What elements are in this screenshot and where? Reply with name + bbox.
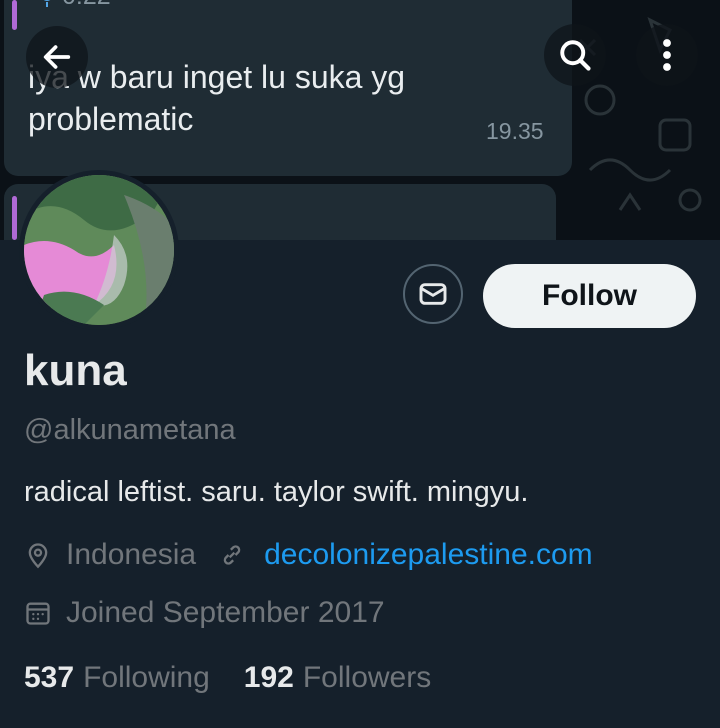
back-arrow-icon [43,45,71,69]
microphone-icon [44,0,50,7]
more-options-button[interactable] [636,24,698,86]
location-pin-icon [28,543,48,569]
profile-website-link[interactable]: decolonizepalestine.com [264,538,593,572]
following-count: 537 [24,661,75,694]
follow-button[interactable]: Follow [483,264,696,328]
bubble-accent [12,0,17,30]
profile-bio: radical leftist. saru. taylor swift. min… [24,476,529,508]
voice-duration: 0:22 [62,0,111,11]
followers-label: Followers [302,661,432,694]
more-vertical-icon [663,39,671,71]
profile-handle: @alkunametana [24,414,236,446]
profile-meta-location-row: Indonesia decolonizepalestine.com [24,538,593,572]
avatar-image [24,175,174,325]
search-button[interactable] [544,24,606,86]
voice-note: 0:22 [40,0,111,11]
chat-message-time: 19.35 [486,118,544,144]
profile-location: Indonesia [66,538,197,571]
following-stat-link[interactable]: 537 Following [24,661,210,695]
avatar[interactable] [19,170,179,330]
followers-count: 192 [243,661,294,694]
calendar-icon [26,602,50,625]
mail-icon [419,283,447,305]
profile-stats: 537 Following 192 Followers [24,661,431,695]
back-button[interactable] [26,26,88,88]
profile-meta-joined-row: Joined September 2017 [24,596,385,630]
link-icon [223,545,241,565]
profile-name: kuna [24,346,127,395]
followers-stat-link[interactable]: 192 Followers [244,661,431,695]
chat-bubble: 0:22 iya w baru inget lu suka yg problem… [4,0,572,176]
chat-message-text: iya w baru inget lu suka yg problematic [28,59,406,137]
message-button[interactable] [403,264,463,324]
search-icon [560,40,591,71]
following-label: Following [83,661,210,694]
bubble-accent [12,196,17,240]
profile-joined-date: Joined September 2017 [66,596,385,629]
